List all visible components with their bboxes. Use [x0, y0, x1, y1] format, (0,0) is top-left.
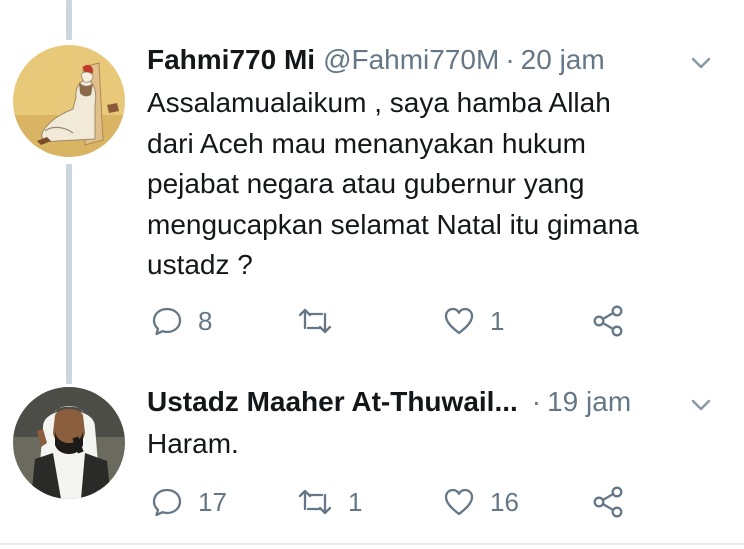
- share-button[interactable]: [591, 485, 625, 519]
- timestamp[interactable]: 19 jam: [547, 386, 631, 418]
- tweet-header: Fahmi770 Mi @Fahmi770M · 20 jam: [147, 44, 605, 76]
- tweet-text-line: Assalamualaikum , saya hamba Allah: [147, 87, 611, 118]
- retweet-arrows-icon: [298, 489, 332, 515]
- chevron-down-icon[interactable]: [688, 50, 714, 76]
- like-button[interactable]: 1: [442, 304, 504, 338]
- like-count: 1: [490, 305, 505, 336]
- share-nodes-icon: [593, 486, 623, 518]
- retweet-arrows-icon: [298, 308, 332, 334]
- share-nodes-icon: [593, 305, 623, 337]
- reply-button[interactable]: 17: [150, 485, 227, 519]
- reply-count: 17: [198, 486, 227, 517]
- avatar-image: [13, 45, 125, 157]
- avatar-image: [13, 387, 125, 499]
- chevron-down-icon[interactable]: [688, 392, 714, 418]
- tweet-text: Assalamualaikum , saya hamba Allah dari …: [147, 83, 639, 286]
- timestamp[interactable]: 20 jam: [521, 44, 605, 76]
- separator-dot: ·: [531, 386, 542, 417]
- avatar[interactable]: [13, 387, 125, 499]
- speech-bubble-icon: [152, 307, 182, 336]
- avatar[interactable]: [13, 45, 125, 157]
- separator-dot: ·: [505, 44, 515, 75]
- display-name[interactable]: Ustadz Maaher At-Thuwail...: [147, 386, 518, 418]
- like-button[interactable]: 16: [442, 485, 519, 519]
- share-button[interactable]: [591, 304, 625, 338]
- user-handle[interactable]: @Fahmi770M: [323, 44, 499, 76]
- tweet-text: Haram.: [147, 424, 239, 465]
- tweet-text-line: mengucapkan selamat Natal itu gimana: [147, 208, 639, 240]
- reply-count: 8: [198, 305, 213, 336]
- divider: [0, 543, 744, 545]
- retweet-button[interactable]: 1: [296, 485, 362, 519]
- speech-bubble-icon: [152, 488, 182, 517]
- tweet-text-line: dari Aceh mau menanyakan hukum: [147, 127, 586, 159]
- retweet-count: 1: [348, 486, 363, 517]
- tweet-text-line: ustadz ?: [147, 249, 253, 280]
- heart-icon: [444, 307, 474, 335]
- display-name[interactable]: Fahmi770 Mi: [147, 44, 315, 76]
- retweet-button[interactable]: [296, 304, 348, 338]
- thread-line-top: [66, 0, 72, 40]
- heart-icon: [444, 488, 474, 516]
- tweet-text-line: pejabat negara atau gubernur yang: [147, 168, 585, 199]
- tweet-text-line: Haram.: [147, 428, 239, 459]
- thread-line-connector: [66, 164, 72, 384]
- tweet-header: Ustadz Maaher At-Thuwail... · 19 jam: [147, 386, 631, 418]
- reply-button[interactable]: 8: [150, 304, 212, 338]
- like-count: 16: [490, 486, 519, 517]
